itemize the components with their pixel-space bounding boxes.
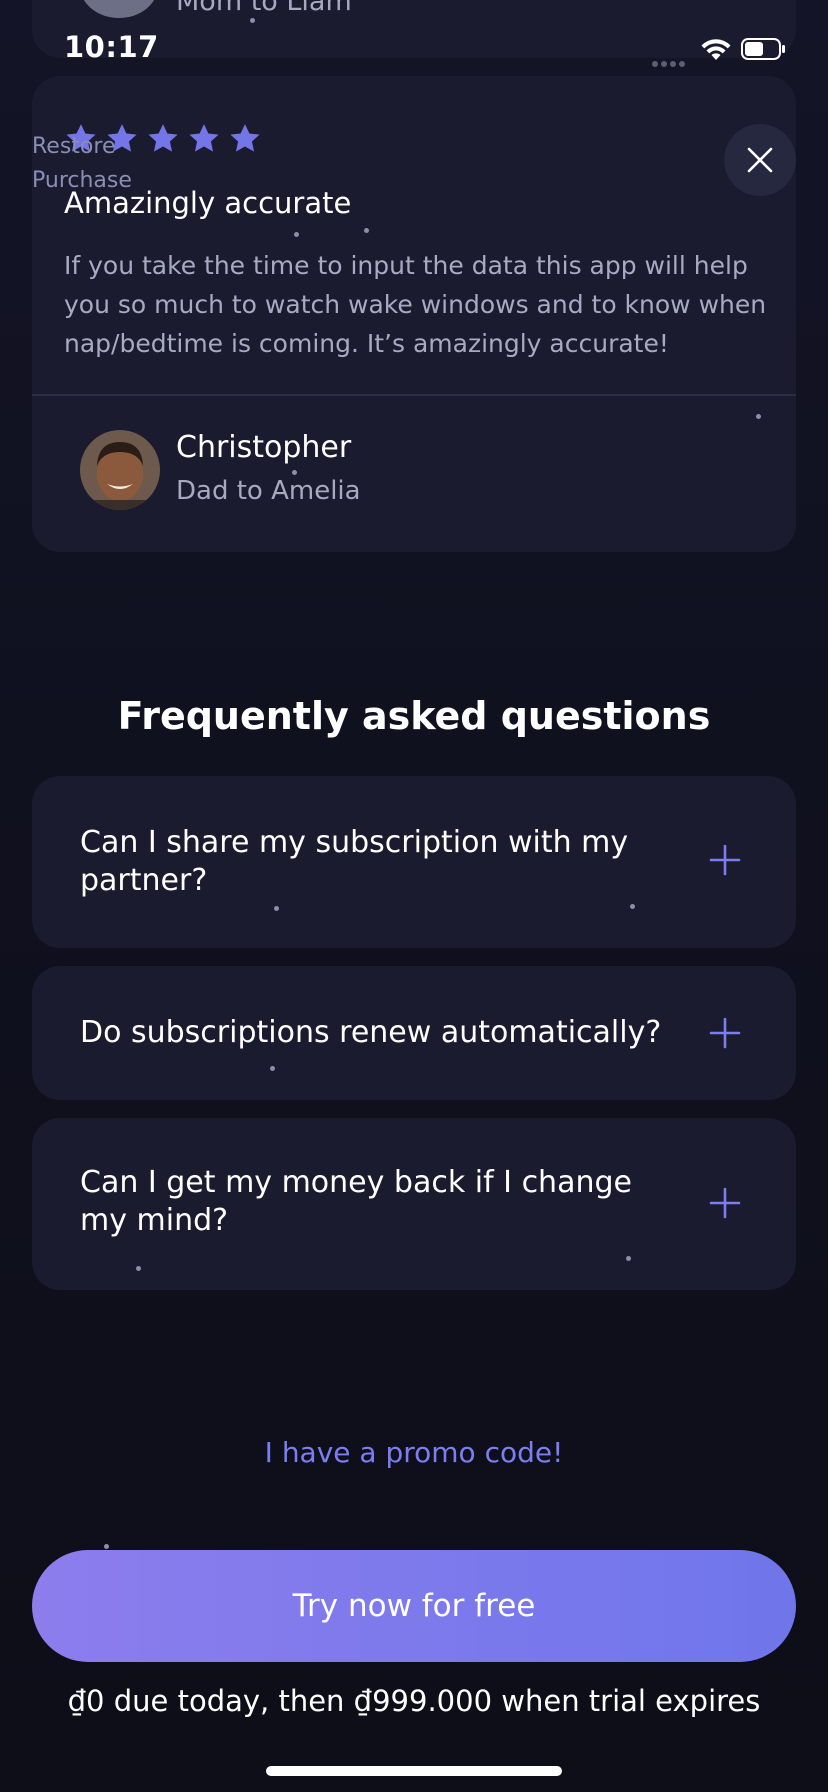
try-now-button[interactable]: Try now for free	[32, 1550, 796, 1662]
close-icon	[747, 147, 773, 173]
particle-dot	[250, 18, 255, 23]
particle-dot	[274, 906, 279, 911]
previous-review-author-role: Mom to Liam	[176, 0, 352, 17]
review-divider	[32, 394, 796, 396]
faq-question: Do subscriptions renew automatically?	[80, 1015, 662, 1050]
particle-dot	[136, 1266, 141, 1271]
plus-icon[interactable]	[708, 843, 742, 877]
review-title: Amazingly accurate	[64, 186, 352, 220]
faq-item[interactable]: Can I share my subscription with my part…	[32, 776, 796, 948]
home-indicator	[266, 1766, 562, 1776]
star-icon	[230, 124, 260, 152]
star-icon	[189, 124, 219, 152]
particle-dot	[364, 228, 369, 233]
plus-icon[interactable]	[708, 1016, 742, 1050]
faq-item[interactable]: Do subscriptions renew automatically?	[32, 966, 796, 1100]
review-body: If you take the time to input the data t…	[64, 251, 767, 358]
faq-question: Can I get my money back if I change my m…	[80, 1165, 632, 1238]
wifi-icon	[701, 39, 731, 60]
particle-dot	[756, 414, 761, 419]
particle-dot	[292, 470, 297, 475]
battery-icon	[741, 38, 785, 60]
particle-dot	[626, 1256, 631, 1261]
particle-dot	[270, 1066, 275, 1071]
cellular-signal-icon	[652, 52, 690, 67]
author-avatar	[80, 430, 160, 510]
faq-title: Frequently asked questions	[117, 694, 711, 738]
plus-icon[interactable]	[708, 1186, 742, 1220]
faq-question: Can I share my subscription with my part…	[80, 825, 629, 898]
promo-code-link[interactable]: I have a promo code!	[0, 1436, 828, 1469]
close-button[interactable]	[724, 124, 796, 196]
author-name: Christopher	[176, 430, 352, 465]
status-time: 10:17	[64, 30, 159, 64]
particle-dot	[104, 1544, 109, 1549]
star-icon	[148, 124, 178, 152]
price-note: ₫0 due today, then ₫999.000 when trial e…	[67, 1684, 761, 1718]
author-role: Dad to Amelia	[176, 476, 361, 506]
particle-dot	[294, 232, 299, 237]
faq-item[interactable]: Can I get my money back if I change my m…	[32, 1118, 796, 1290]
particle-dot	[630, 904, 635, 909]
